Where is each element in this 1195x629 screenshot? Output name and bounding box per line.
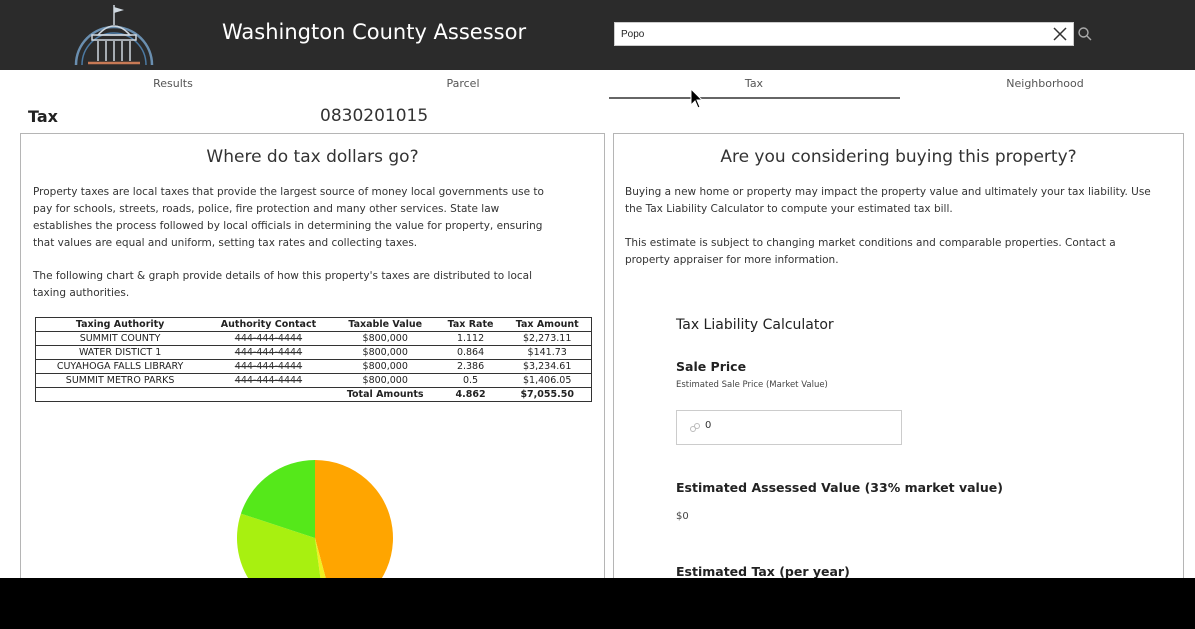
tax-rate: 0.864 xyxy=(437,345,504,360)
authority-name: WATER DISTICT 1 xyxy=(35,345,205,360)
parcel-id: 0830201015 xyxy=(320,106,429,126)
authority-contact-link[interactable]: 444-444-4444 xyxy=(204,359,333,374)
tax-amount: $141.73 xyxy=(503,345,592,360)
column-header: Taxing Authority xyxy=(35,317,205,332)
panel-heading: Where do tax dollars go? xyxy=(206,147,419,167)
taxable-value: $800,000 xyxy=(332,373,438,388)
tax-rate: 1.112 xyxy=(437,331,504,346)
active-tab-indicator xyxy=(609,97,900,99)
text-line: Property taxes are local taxes that prov… xyxy=(33,186,544,198)
column-header: Tax Amount xyxy=(503,317,592,332)
empty-cell xyxy=(204,387,333,402)
empty-cell xyxy=(35,387,205,402)
authority-name: SUMMIT METRO PARKS xyxy=(35,373,205,388)
text-line: establishes the process followed by loca… xyxy=(33,220,543,232)
authority-contact-link[interactable]: 444-444-4444 xyxy=(204,331,333,346)
search-input[interactable] xyxy=(621,26,1041,43)
pie-slice-0 xyxy=(315,460,393,592)
estimated-tax-label: Estimated Tax (per year) xyxy=(676,564,850,579)
total-label: Total Amounts xyxy=(332,387,438,402)
authority-contact-link[interactable]: 444-444-4444 xyxy=(204,373,333,388)
estimate-disclaimer: This estimate is subject to changing mar… xyxy=(625,235,1180,269)
tax-amount: $1,406.05 xyxy=(503,373,592,388)
sale-price-label: Sale Price xyxy=(676,359,747,374)
taxing-authority-table: Taxing Authority Authority Contact Taxab… xyxy=(35,317,592,402)
authority-name: SUMMIT COUNTY xyxy=(35,331,205,346)
calculator-title: Tax Liability Calculator xyxy=(676,317,834,333)
close-icon[interactable] xyxy=(1048,22,1072,46)
column-header: Taxable Value xyxy=(332,317,438,332)
assessed-value-label: Estimated Assessed Value (33% market val… xyxy=(676,480,1003,495)
chart-description: The following chart & graph provide deta… xyxy=(33,268,603,302)
panel-heading: Are you considering buying this property… xyxy=(720,147,1077,167)
tab-parcel[interactable]: Parcel xyxy=(318,77,608,90)
sale-price-hint: Estimated Sale Price (Market Value) xyxy=(676,380,828,390)
text-line: This estimate is subject to changing mar… xyxy=(625,237,1116,249)
sale-price-input[interactable] xyxy=(705,420,885,431)
sale-price-field[interactable] xyxy=(676,410,902,445)
text-line: that values are equal and uniform, setti… xyxy=(33,237,418,249)
table-header-row: Taxing Authority Authority Contact Taxab… xyxy=(35,317,592,332)
total-rate: 4.862 xyxy=(437,387,504,402)
table-total-row: Total Amounts 4.862 $7,055.50 xyxy=(35,387,592,402)
authority-name: CUYAHOGA FALLS LIBRARY xyxy=(35,359,205,374)
assessed-value: $0 xyxy=(676,511,689,522)
tab-results[interactable]: Results xyxy=(28,77,318,90)
table-row: WATER DISTICT 1 444-444-4444 $800,000 0.… xyxy=(35,345,592,360)
table-row: CUYAHOGA FALLS LIBRARY 444-444-4444 $800… xyxy=(35,359,592,374)
tax-amount: $3,234.61 xyxy=(503,359,592,374)
app-title: Washington County Assessor xyxy=(222,20,527,44)
tax-rate: 0.5 xyxy=(437,373,504,388)
courthouse-logo-icon xyxy=(74,5,154,66)
text-line: Buying a new home or property may impact… xyxy=(625,186,1151,198)
table-row: SUMMIT METRO PARKS 444-444-4444 $800,000… xyxy=(35,373,592,388)
buying-description: Buying a new home or property may impact… xyxy=(625,184,1180,218)
text-line: the Tax Liability Calculator to compute … xyxy=(625,203,953,215)
currency-icon xyxy=(690,423,700,432)
table-row: SUMMIT COUNTY 444-444-4444 $800,000 1.11… xyxy=(35,331,592,346)
property-tax-description: Property taxes are local taxes that prov… xyxy=(33,184,603,252)
black-bar xyxy=(0,578,1195,629)
taxable-value: $800,000 xyxy=(332,331,438,346)
total-amount: $7,055.50 xyxy=(503,387,592,402)
tab-neighborhood[interactable]: Neighborhood xyxy=(900,77,1190,90)
tax-distribution-pie-chart xyxy=(237,460,393,592)
column-header: Authority Contact xyxy=(204,317,333,332)
text-line: The following chart & graph provide deta… xyxy=(33,270,533,282)
taxable-value: $800,000 xyxy=(332,345,438,360)
tax-rate: 2.386 xyxy=(437,359,504,374)
taxable-value: $800,000 xyxy=(332,359,438,374)
text-line: property appraiser for more information. xyxy=(625,254,839,266)
buying-property-panel: Are you considering buying this property… xyxy=(613,133,1184,593)
column-header: Tax Rate xyxy=(437,317,504,332)
tax-distribution-panel: Where do tax dollars go? Property taxes … xyxy=(20,133,605,593)
tax-amount: $2,273.11 xyxy=(503,331,592,346)
section-title: Tax xyxy=(28,107,58,126)
authority-contact-link[interactable]: 444-444-4444 xyxy=(204,345,333,360)
search-icon[interactable] xyxy=(1076,25,1094,43)
mouse-cursor-icon xyxy=(690,88,704,109)
text-line: taxing authorities. xyxy=(33,287,130,299)
tab-bar: Results Parcel Tax Neighborhood xyxy=(0,70,1195,100)
tab-tax[interactable]: Tax xyxy=(609,77,899,90)
text-line: pay for schools, streets, roads, police,… xyxy=(33,203,500,215)
app-header: Washington County Assessor xyxy=(0,0,1195,70)
search-box[interactable] xyxy=(614,22,1074,46)
